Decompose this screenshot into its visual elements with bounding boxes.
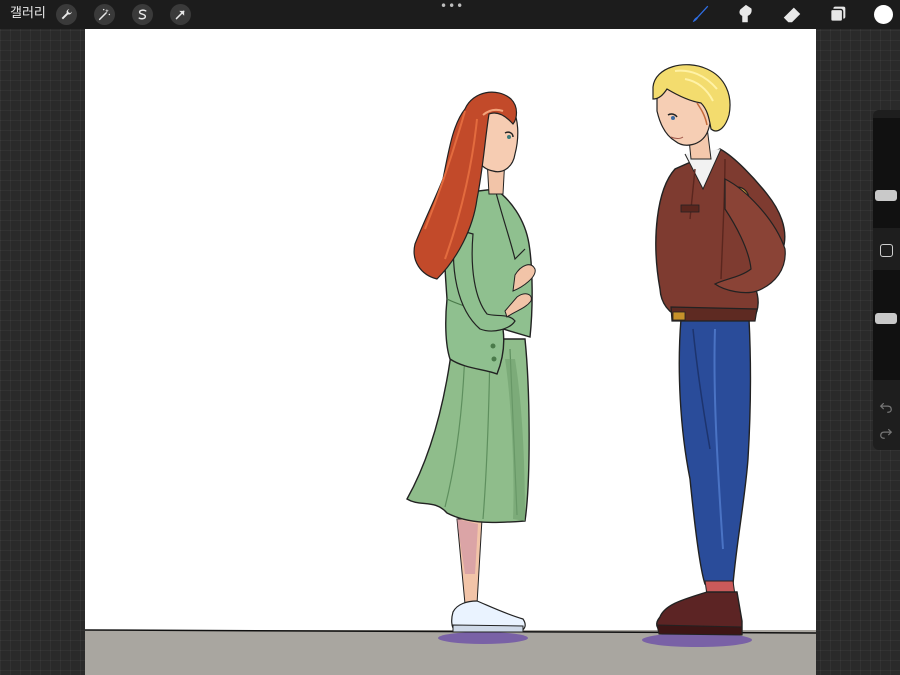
selection-button[interactable]: [132, 4, 153, 25]
top-toolbar: 갤러리 •••: [0, 0, 900, 29]
color-picker-button[interactable]: [874, 5, 893, 24]
more-options-button[interactable]: •••: [440, 0, 463, 12]
redo-icon: [880, 428, 893, 439]
actions-button[interactable]: [56, 4, 77, 25]
boy-figure: [652, 64, 786, 636]
undo-button[interactable]: [878, 400, 894, 416]
redo-button[interactable]: [878, 426, 894, 442]
selection-s-icon: [138, 9, 147, 20]
adjustments-button[interactable]: [94, 4, 115, 25]
transform-button[interactable]: [170, 4, 191, 25]
smudge-icon: [739, 4, 752, 23]
transform-arrow-icon: [175, 10, 185, 20]
eraser-icon: [783, 7, 801, 23]
brush-size-slider[interactable]: [873, 118, 900, 228]
brush-icon: [692, 5, 709, 23]
undo-icon: [879, 402, 892, 413]
layers-button[interactable]: [826, 3, 850, 25]
brush-sidebar: [873, 110, 900, 450]
gallery-button[interactable]: 갤러리: [10, 5, 46, 23]
brush-size-knob[interactable]: [875, 190, 897, 201]
eraser-tool-button[interactable]: [780, 3, 804, 25]
girl-figure: [406, 91, 536, 633]
girl-shadow: [438, 632, 528, 644]
modify-button[interactable]: [880, 244, 893, 257]
magic-wand-icon: [98, 8, 111, 21]
smudge-tool-button[interactable]: [733, 3, 757, 25]
drawing-canvas[interactable]: [85, 29, 816, 675]
procreate-app: 갤러리 •••: [0, 0, 900, 675]
layers-icon: [829, 6, 846, 23]
illustration: [85, 64, 816, 675]
brush-opacity-slider[interactable]: [873, 270, 900, 380]
brush-opacity-knob[interactable]: [875, 313, 897, 324]
brush-tool-button[interactable]: [688, 3, 712, 25]
wrench-icon: [61, 9, 72, 20]
